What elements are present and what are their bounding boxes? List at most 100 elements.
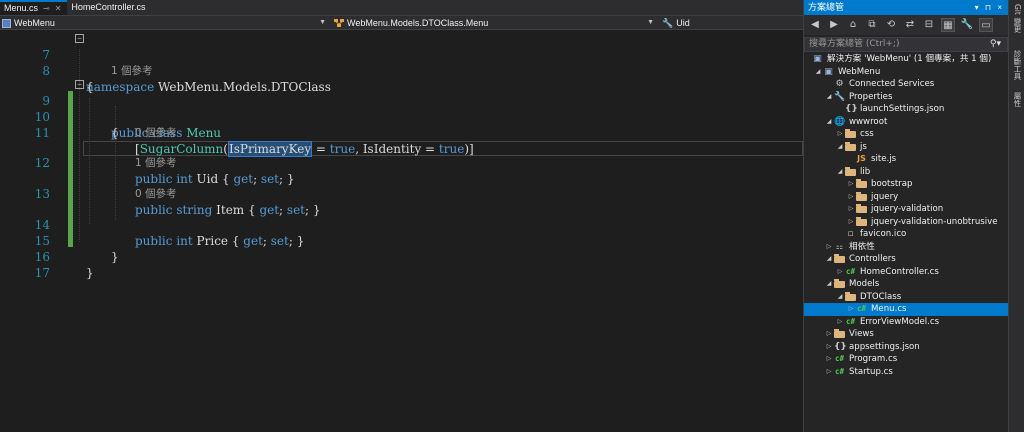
- collapsed-arrow-icon[interactable]: ▷: [847, 178, 855, 191]
- tree-item[interactable]: ▣ 解決方案 'WebMenu' (1 個專案，共 1 個): [804, 53, 1009, 66]
- folder-icon: [856, 216, 867, 226]
- side-tab-git-changes[interactable]: Git 變更: [1012, 4, 1022, 32]
- expanded-arrow-icon[interactable]: ◢: [836, 291, 844, 304]
- expanded-arrow-icon[interactable]: ◢: [825, 278, 833, 291]
- collapsed-arrow-icon[interactable]: ▷: [825, 366, 833, 379]
- window-controls[interactable]: ▾ ⊓ ×: [975, 0, 1008, 15]
- tree-item[interactable]: ◢ js: [804, 141, 1009, 154]
- expanded-arrow-icon[interactable]: ◢: [825, 253, 833, 266]
- sync-icon[interactable]: ⇄: [903, 18, 917, 32]
- tree-item-label: 相依性: [849, 241, 875, 252]
- tree-item[interactable]: ▫ favicon.ico: [804, 228, 1009, 241]
- folder-icon: [845, 129, 856, 138]
- tree-item[interactable]: ▷ jquery-validation-unobtrusive: [804, 216, 1009, 229]
- member-dropdown[interactable]: 🔧 Uid: [660, 16, 803, 30]
- expanded-arrow-icon[interactable]: ◢: [836, 141, 844, 154]
- pending-changes-icon[interactable]: ⟲: [884, 18, 898, 32]
- folder-icon: [856, 191, 867, 201]
- properties-wrench-icon[interactable]: 🔧: [960, 18, 974, 32]
- tree-item[interactable]: ▷ c# Program.cs: [804, 353, 1009, 366]
- collapsed-arrow-icon[interactable]: ▷: [847, 203, 855, 216]
- collapsed-arrow-icon[interactable]: ▷: [825, 341, 833, 354]
- navigation-bar: WebMenu ▼ WebMenu.Models.DTOClass.Menu ▼…: [0, 15, 803, 30]
- tree-item[interactable]: {} launchSettings.json: [804, 103, 1009, 116]
- expanded-arrow-icon[interactable]: ◢: [825, 116, 833, 129]
- code-line-15: 15 }: [0, 217, 803, 264]
- tab-menu-cs[interactable]: Menu.cs ⊸ ✕: [0, 0, 68, 15]
- fold-toggle[interactable]: −: [75, 34, 84, 43]
- tab-label: Menu.cs: [4, 3, 39, 13]
- line-number: 17: [34, 266, 50, 280]
- tree-item[interactable]: ▷ css: [804, 128, 1009, 141]
- folder-icon: [856, 179, 867, 188]
- switch-views-icon[interactable]: ⧉: [865, 18, 879, 32]
- tree-item[interactable]: ◢ DTOClass: [804, 291, 1009, 304]
- collapsed-arrow-icon[interactable]: ▷: [825, 241, 833, 254]
- collapsed-arrow-icon[interactable]: ▷: [836, 266, 844, 279]
- explorer-search-input[interactable]: 搜尋方案總管 (Ctrl+;) ⚲▾: [804, 37, 1008, 52]
- close-icon[interactable]: ✕: [55, 2, 62, 15]
- tree-item[interactable]: ⚙ Connected Services: [804, 78, 1009, 91]
- codelens-references[interactable]: 0 個參考: [135, 126, 177, 140]
- expanded-arrow-icon[interactable]: ◢: [825, 91, 833, 104]
- home-icon[interactable]: ⌂: [846, 18, 860, 32]
- tree-item[interactable]: ▷ ⚏ 相依性: [804, 241, 1009, 254]
- tree-item[interactable]: JS site.js: [804, 153, 1009, 166]
- type-dropdown[interactable]: WebMenu.Models.DTOClass.Menu ▼: [332, 16, 658, 30]
- fold-toggle[interactable]: −: [75, 80, 84, 89]
- tree-item[interactable]: ◢ lib: [804, 166, 1009, 179]
- tree-item[interactable]: ▷ bootstrap: [804, 178, 1009, 191]
- tree-item[interactable]: ◢ Controllers: [804, 253, 1009, 266]
- side-tab-properties[interactable]: 屬性: [1012, 92, 1022, 107]
- pin-icon[interactable]: ⊸: [43, 2, 50, 15]
- class-icon: [334, 19, 344, 27]
- tree-item-label: site.js: [871, 154, 897, 164]
- code-line-12: 12 public int Uid { get; set; }: [0, 139, 803, 186]
- tree-item[interactable]: ◢ 🌐 wwwroot: [804, 116, 1009, 129]
- tree-item-label: Startup.cs: [849, 366, 893, 377]
- cs-file-icon: c#: [856, 304, 867, 313]
- tree-item-label: 解決方案 'WebMenu' (1 個專案，共 1 個): [827, 54, 992, 64]
- tree-item-label: jquery: [871, 191, 899, 202]
- tree-item[interactable]: ▷ c# HomeController.cs: [804, 266, 1009, 279]
- side-tab-diagnostics[interactable]: 診斷工具: [1012, 50, 1022, 80]
- tree-item[interactable]: ◢ 🔧 Properties: [804, 91, 1009, 104]
- tree-item[interactable]: ▷{} appsettings.json: [804, 341, 1009, 354]
- wrench-icon: 🔧: [834, 91, 846, 102]
- expanded-arrow-icon[interactable]: ◢: [814, 66, 822, 79]
- collapsed-arrow-icon[interactable]: ▷: [847, 216, 855, 229]
- tree-item[interactable]: ▷ Views: [804, 328, 1009, 341]
- codelens-references[interactable]: 1 個參考: [111, 64, 153, 78]
- collapsed-arrow-icon[interactable]: ▷: [847, 303, 855, 316]
- code-editor[interactable]: Menu.cs ⊸ ✕ HomeController.cs WebMenu ▼ …: [0, 0, 803, 432]
- code-area[interactable]: 7 − namespace WebMenu.Models.DTOClass 8 …: [0, 31, 803, 432]
- tree-item[interactable]: ▷ c# ErrorViewModel.cs: [804, 316, 1009, 329]
- collapsed-arrow-icon[interactable]: ▷: [836, 128, 844, 141]
- tree-item[interactable]: ▷ jquery: [804, 191, 1009, 204]
- preview-icon[interactable]: ▭: [979, 18, 993, 32]
- collapsed-arrow-icon[interactable]: ▷: [825, 353, 833, 366]
- tree-item[interactable]: ◢ Models: [804, 278, 1009, 291]
- collapsed-arrow-icon[interactable]: ▷: [847, 191, 855, 204]
- tree-item[interactable]: ▷ c# Startup.cs: [804, 366, 1009, 379]
- project-dropdown[interactable]: WebMenu ▼: [0, 16, 330, 30]
- tree-item-label: Models: [849, 279, 880, 289]
- search-icon[interactable]: ⚲▾: [990, 38, 1001, 51]
- expanded-arrow-icon[interactable]: ◢: [836, 166, 844, 179]
- tree-item[interactable]: ▷ c# Menu.cs: [804, 303, 1009, 316]
- tree-item-label: lib: [860, 166, 871, 177]
- back-icon[interactable]: ◀: [808, 18, 822, 32]
- forward-icon[interactable]: ▶: [827, 18, 841, 32]
- tab-homecontroller-cs[interactable]: HomeController.cs: [67, 0, 151, 15]
- codelens-references[interactable]: 0 個參考: [135, 187, 177, 201]
- tree-item-label: css: [860, 129, 874, 139]
- collapse-all-icon[interactable]: ⊟: [922, 18, 936, 32]
- show-all-files-icon[interactable]: ▦: [941, 18, 955, 32]
- tree-item[interactable]: ◢ ▣ WebMenu: [804, 66, 1009, 79]
- collapsed-arrow-icon[interactable]: ▷: [836, 316, 844, 329]
- codelens-references[interactable]: 1 個參考: [135, 156, 177, 170]
- tree-item-label: js: [860, 141, 867, 152]
- code-line-8: 8 {: [0, 47, 803, 94]
- collapsed-arrow-icon[interactable]: ▷: [825, 328, 833, 341]
- tree-item[interactable]: ▷ jquery-validation: [804, 203, 1009, 216]
